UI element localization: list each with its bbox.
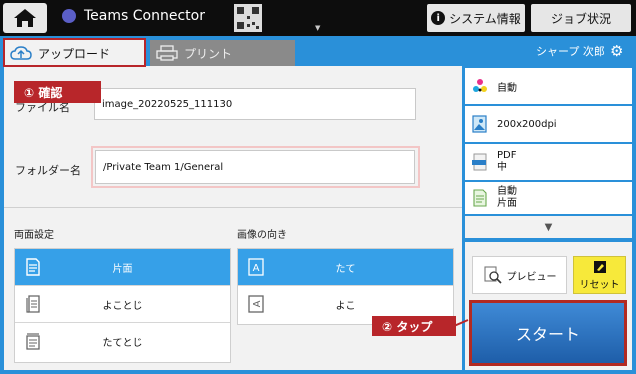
folder-label: フォルダー名 [15, 164, 81, 177]
dropdown-arrow-icon[interactable]: ▼ [315, 24, 320, 32]
orientation-title: 画像の向き [237, 230, 287, 241]
binding-side-icon [26, 295, 40, 313]
file-format-value: PDF 中 [497, 150, 516, 174]
preview-label: プレビュー [506, 271, 557, 283]
tab-print-label: プリント [184, 46, 233, 61]
confirm-badge: ① 確認 [14, 81, 101, 103]
landscape-icon: A [248, 295, 264, 313]
teams-icon [62, 9, 76, 23]
svg-text:A: A [253, 263, 260, 274]
start-label: スタート [515, 325, 580, 344]
reset-label: リセット [579, 279, 620, 291]
duplex-title: 両面設定 [14, 230, 54, 241]
duplex-option-simplex[interactable]: 片面 [15, 249, 230, 286]
duplex-option-long-edge[interactable]: よことじ [15, 286, 230, 323]
color-mode-value: 自動 [497, 82, 517, 94]
portrait-icon: A [248, 258, 264, 276]
file-format-line2: 中 [497, 162, 507, 173]
duplex-options: 片面 よことじ たてとじ [14, 248, 231, 363]
filename-field[interactable]: image_20220525_111130 [94, 88, 416, 120]
printer-icon [156, 45, 178, 61]
resolution-icon [472, 115, 487, 133]
tap-badge: ② タップ [372, 316, 456, 336]
single-page-icon [26, 258, 40, 276]
resolution-setting[interactable]: 200x200dpi [465, 106, 632, 142]
start-button[interactable]: スタート [469, 300, 627, 366]
app-title-text: Teams Connector [84, 8, 205, 24]
preview-button[interactable]: プレビュー [472, 256, 567, 294]
binding-top-icon [26, 333, 40, 350]
file-format-setting[interactable]: PDF 中 [465, 144, 632, 180]
orientation-option-label: よこ [335, 301, 356, 312]
duplex-option-short-edge[interactable]: たてとじ [15, 323, 230, 360]
resolution-value: 200x200dpi [497, 118, 557, 130]
file-format-line1: PDF [497, 150, 517, 161]
orientation-option-portrait[interactable]: A たて [238, 249, 453, 286]
reset-button[interactable]: リセット [573, 256, 626, 294]
scroll-down-button[interactable]: ▼ [465, 216, 632, 238]
tab-print[interactable]: プリント [150, 40, 295, 66]
duplex-option-label: たてとじ [102, 338, 143, 349]
orientation-options: A たて A よこ [237, 248, 454, 325]
info-icon: i [431, 11, 446, 25]
app-title: Teams Connector [62, 8, 205, 24]
pdf-file-icon [472, 153, 487, 171]
eraser-icon [593, 260, 606, 273]
job-status-button[interactable]: ジョブ状況 [531, 4, 631, 32]
duplex-option-label: 片面 [112, 263, 133, 275]
orientation-option-label: たて [335, 263, 356, 275]
tap-arrow-icon [454, 319, 469, 327]
preview-magnifier-icon [483, 266, 502, 284]
home-icon [14, 9, 36, 27]
original-size-line2: 片面 [497, 198, 517, 209]
chevron-down-icon: ▼ [544, 221, 553, 233]
section-divider [4, 207, 462, 208]
svg-text:A: A [252, 300, 263, 307]
duplex-option-label: よことじ [102, 300, 143, 312]
qr-code-icon[interactable] [234, 4, 262, 32]
original-size-line1: 自動 [497, 186, 517, 197]
system-info-label: システム情報 [449, 11, 521, 26]
folder-field[interactable]: /Private Team 1/General [95, 150, 415, 184]
confirm-highlight [3, 38, 146, 67]
gear-icon[interactable]: ⚙ [610, 42, 623, 60]
home-button[interactable] [3, 3, 47, 33]
document-icon [473, 189, 487, 207]
system-info-button[interactable]: i システム情報 [427, 4, 525, 32]
job-status-label: ジョブ状況 [550, 11, 611, 26]
user-name: シャープ 次郎 [536, 45, 605, 58]
color-mode-setting[interactable]: 自動 [465, 68, 632, 104]
color-mode-icon [473, 79, 487, 92]
original-size-value: 自動 片面 [497, 186, 517, 210]
original-size-setting[interactable]: 自動 片面 [465, 182, 632, 214]
